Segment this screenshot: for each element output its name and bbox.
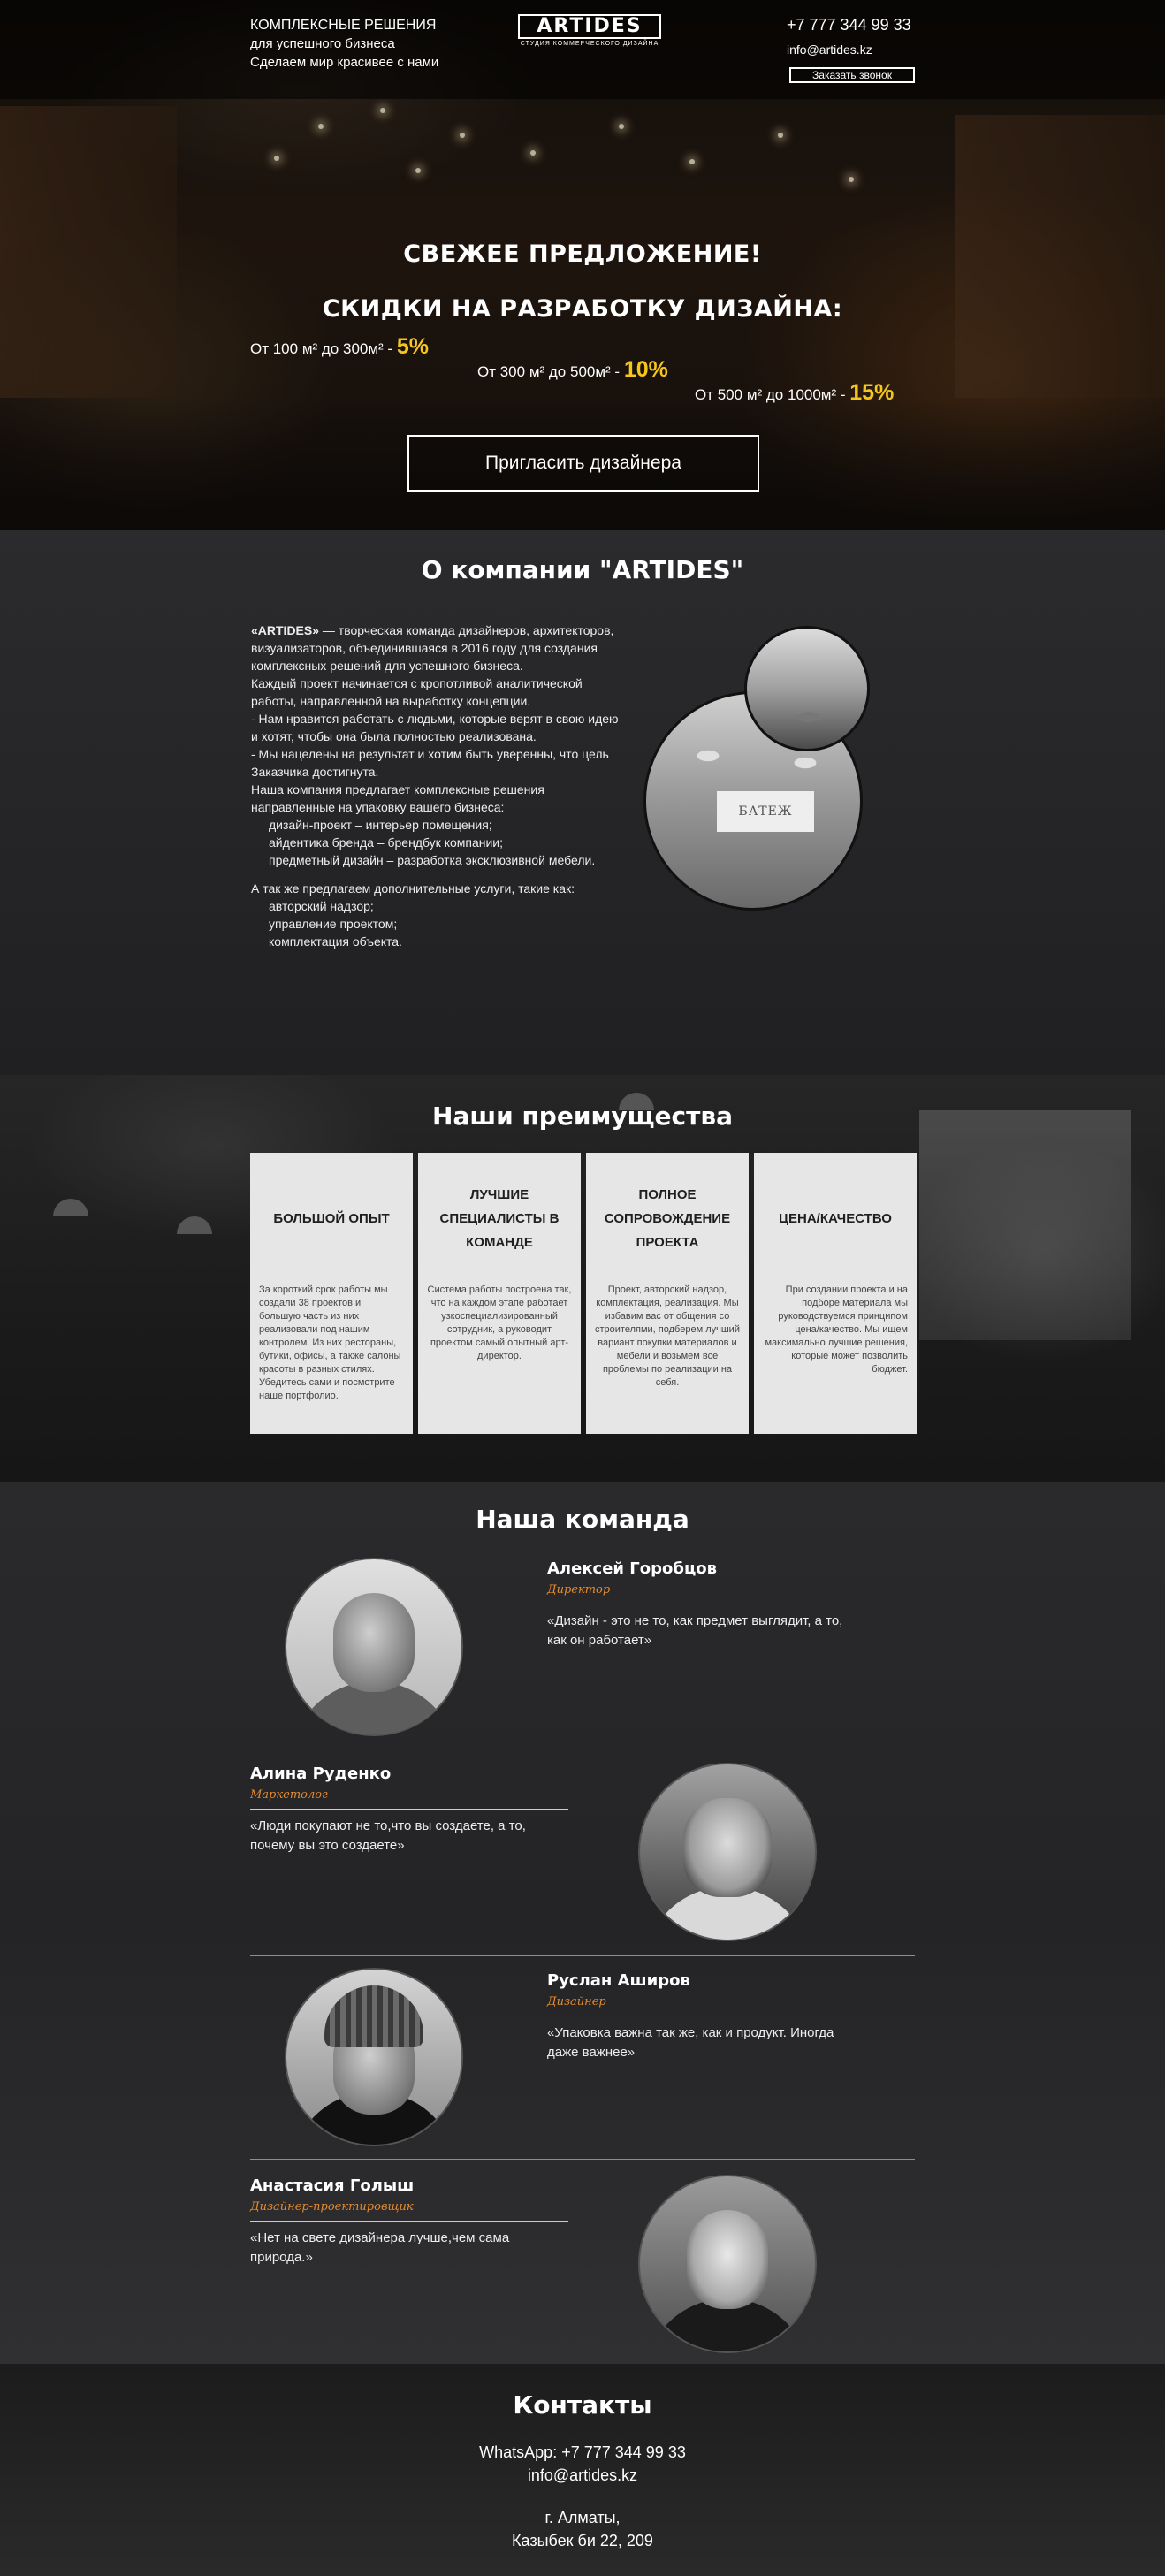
team-title: Наша команда <box>476 1505 689 1534</box>
logo-subtitle: СТУДИЯ КОММЕРЧЕСКОГО ДИЗАЙНА <box>520 41 659 47</box>
discount-percent: 10% <box>623 357 668 382</box>
tagline-line: для успешного бизнеса <box>250 36 395 51</box>
discount-line: От 500 м² до 1000м² - 15% <box>695 380 894 406</box>
team-member: Руслан Аширов Дизайнер «Упаковка важна т… <box>547 1971 865 2062</box>
offer-headline: СВЕЖЕЕ ПРЕДЛОЖЕНИЕ! <box>403 240 762 268</box>
card-text: Система работы построена так, что на каж… <box>427 1284 572 1361</box>
logo-word: ARTIDES <box>518 14 661 39</box>
member-photo <box>285 1558 463 1736</box>
member-role: Дизайнер-проектировщик <box>250 2200 568 2222</box>
logo[interactable]: ARTIDES СТУДИЯ КОММЕРЧЕСКОГО ДИЗАЙНА <box>518 14 661 47</box>
member-photo <box>285 1968 463 2146</box>
member-name: Алина Руденко <box>250 1764 392 1783</box>
about-paragraph: Каждый проект начинается с кропотливой а… <box>251 676 582 690</box>
card-title: ЛУЧШИЕ СПЕЦИАЛИСТЫ В КОМАНДЕ <box>439 1186 560 1250</box>
team-section: Наша команда Алексей Горобцов Директор «… <box>0 1482 1165 2364</box>
whatsapp-label: WhatsApp: <box>479 2443 562 2461</box>
background-lamp <box>177 1216 212 1234</box>
about-paragraph: работы, направленной на выработку концеп… <box>251 694 531 708</box>
member-quote: «Упаковка важна так же, как и продукт. И… <box>547 2025 834 2060</box>
contacts-title: Контакты <box>513 2390 652 2420</box>
photo-face <box>683 1798 772 1897</box>
extra-service-item: комплектация объекта. <box>269 934 402 949</box>
contacts-section: Контакты WhatsApp: +7 777 344 99 33 info… <box>0 2364 1165 2576</box>
member-quote: «Нет на свете дизайнера лучше,чем сама п… <box>250 2230 510 2265</box>
member-photo <box>638 1763 817 1941</box>
callback-button[interactable]: Заказать звонок <box>789 67 915 83</box>
discount-range: От 500 м² до 1000м² - <box>695 386 846 403</box>
about-title: О компании "ARTIDES" <box>421 555 744 584</box>
advantage-card: ЦЕНА/КАЧЕСТВО При создании проекта и на … <box>754 1153 917 1434</box>
whatsapp-link[interactable]: +7 777 344 99 33 <box>561 2443 686 2461</box>
member-quote: «Дизайн - это не то, как предмет выгляди… <box>547 1613 843 1648</box>
service-item: предметный дизайн – разработка эксклюзив… <box>269 853 596 867</box>
tagline-line: Сделаем мир красивее с нами <box>250 55 439 70</box>
card-title: ПОЛНОЕ СОПРОВОЖДЕНИЕ ПРОЕКТА <box>604 1186 731 1250</box>
photo-face <box>687 2210 768 2309</box>
card-title: БОЛЬШОЙ ОПЫТ <box>273 1210 390 1226</box>
member-quote: «Люди покупают не то,что вы создаете, а … <box>250 1818 526 1853</box>
background-lamp <box>53 1199 88 1216</box>
card-title: ЦЕНА/КАЧЕСТВО <box>779 1210 892 1226</box>
address-line: Казыбек би 22, 209 <box>512 2532 653 2549</box>
landing-page: КОМПЛЕКСНЫЕ РЕШЕНИЯ для успешного бизнес… <box>0 0 1165 2576</box>
background-window <box>919 1110 1131 1340</box>
advantage-card: БОЛЬШОЙ ОПЫТ За короткий срок работы мы … <box>250 1153 413 1434</box>
service-item: дизайн-проект – интерьер помещения; <box>269 818 492 832</box>
card-text: За короткий срок работы мы создали 38 пр… <box>259 1284 401 1401</box>
about-paragraph: Наша компания предлагает комплексные реш… <box>251 782 544 814</box>
discount-range: От 100 м² до 300м² - <box>250 340 393 357</box>
divider <box>250 2159 915 2160</box>
member-name: Алексей Горобцов <box>547 1559 718 1578</box>
extra-service-item: управление проектом; <box>269 917 398 931</box>
email-line: info@artides.kz <box>0 2466 1165 2485</box>
team-member: Анастасия Голыш Дизайнер-проектировщик «… <box>250 2176 568 2267</box>
brand-name: «ARTIDES» <box>251 623 320 637</box>
member-role: Дизайнер <box>547 1995 865 2016</box>
discount-percent: 15% <box>849 380 895 405</box>
discount-range: От 300 м² до 500м² - <box>477 363 621 380</box>
advantage-card: ЛУЧШИЕ СПЕЦИАЛИСТЫ В КОМАНДЕ Система раб… <box>418 1153 581 1434</box>
discount-line: От 100 м² до 300м² - 5% <box>250 334 429 360</box>
header-email[interactable]: info@artides.kz <box>787 42 872 57</box>
member-name: Руслан Аширов <box>547 1971 690 1990</box>
advantages-title: Наши преимущества <box>432 1101 733 1131</box>
advantage-card: ПОЛНОЕ СОПРОВОЖДЕНИЕ ПРОЕКТА Проект, авт… <box>586 1153 749 1434</box>
team-member: Алина Руденко Маркетолог «Люди покупают … <box>250 1764 568 1856</box>
header-tagline: КОМПЛЕКСНЫЕ РЕШЕНИЯ для успешного бизнес… <box>250 16 438 72</box>
offer-subheadline: СКИДКИ НА РАЗРАБОТКУ ДИЗАЙНА: <box>322 295 843 323</box>
header-phone[interactable]: +7 777 344 99 33 <box>787 16 911 34</box>
member-role: Директор <box>547 1583 865 1604</box>
about-paragraph: - Нам нравится работать с людьми, которы… <box>251 712 619 743</box>
tagline-line: КОМПЛЕКСНЫЕ РЕШЕНИЯ <box>250 18 437 33</box>
about-section: О компании "ARTIDES" «ARTIDES» — творчес… <box>0 530 1165 1075</box>
advantages-section: Наши преимущества БОЛЬШОЙ ОПЫТ За коротк… <box>0 1075 1165 1482</box>
about-intro: «ARTIDES» — творческая команда дизайнеро… <box>251 621 622 674</box>
city-line: г. Алматы, <box>544 2509 621 2526</box>
discount-line: От 300 м² до 500м² - 10% <box>477 357 668 383</box>
member-role: Маркетолог <box>250 1788 568 1810</box>
interior-photo-small <box>744 626 870 751</box>
service-item: айдентика бренда – брендбук компании; <box>269 835 504 850</box>
extra-service-item: авторский надзор; <box>269 899 374 913</box>
whatsapp-line: WhatsApp: +7 777 344 99 33 <box>0 2443 1165 2462</box>
hero-section: КОМПЛЕКСНЫЕ РЕШЕНИЯ для успешного бизнес… <box>0 0 1165 530</box>
contact-email-link[interactable]: info@artides.kz <box>528 2466 637 2484</box>
discount-percent: 5% <box>396 334 429 359</box>
photo-sign: БАТЕЖ <box>717 791 814 832</box>
team-member: Алексей Горобцов Директор «Дизайн - это … <box>547 1559 865 1650</box>
member-photo <box>638 2175 817 2353</box>
card-text: Проект, авторский надзор, комплектация, … <box>595 1284 740 1388</box>
member-name: Анастасия Голыш <box>250 2176 415 2195</box>
photo-hat <box>324 1985 423 2047</box>
card-text: При создании проекта и на подборе матери… <box>765 1284 908 1375</box>
about-paragraph: А так же предлагаем дополнительные услуг… <box>251 881 575 896</box>
about-paragraph: - Мы нацелены на результат и хотим быть … <box>251 747 609 779</box>
about-text: «ARTIDES» — творческая команда дизайнеро… <box>251 621 622 950</box>
invite-designer-button[interactable]: Пригласить дизайнера <box>407 435 759 492</box>
divider <box>250 1955 915 1956</box>
photo-face <box>333 1593 415 1692</box>
